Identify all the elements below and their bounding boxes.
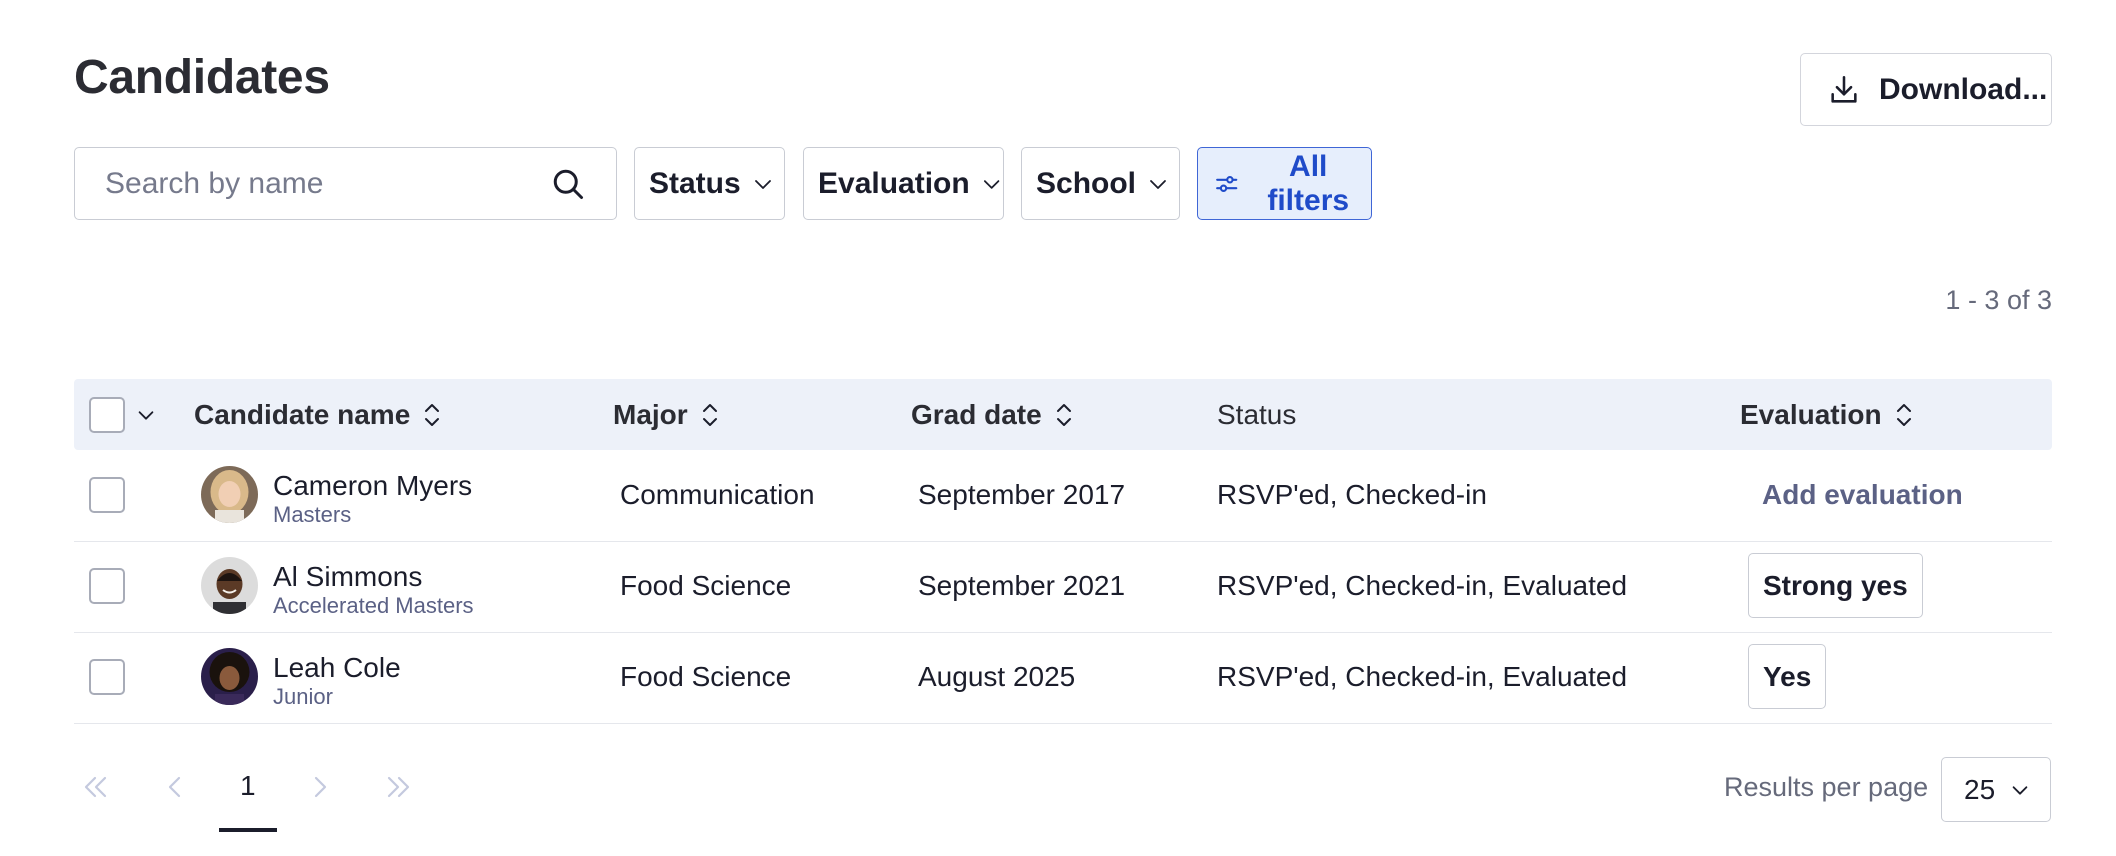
status-cell: RSVP'ed, Checked-in, Evaluated: [1217, 570, 1628, 601]
column-header-grad-date[interactable]: Grad date: [911, 379, 1074, 450]
row-checkbox[interactable]: [89, 568, 125, 604]
status-cell: RSVP'ed, Checked-in: [1217, 479, 1487, 510]
grad-date-cell: August 2025: [918, 661, 1076, 692]
evaluation-badge[interactable]: Yes: [1748, 644, 1827, 709]
candidate-name[interactable]: Cameron Myers: [273, 470, 472, 502]
download-icon: [1831, 75, 1857, 103]
column-header-label: Grad date: [911, 398, 1042, 430]
search-icon[interactable]: [550, 166, 586, 202]
row-checkbox[interactable]: [89, 477, 125, 513]
candidate-name[interactable]: Al Simmons: [273, 561, 422, 593]
chevron-down-icon: [1150, 179, 1166, 189]
page-title: Candidates: [74, 51, 330, 104]
all-filters-button[interactable]: All filters: [1197, 147, 1372, 220]
column-header-label: Major: [613, 398, 688, 430]
sort-icon: [1056, 403, 1071, 426]
chevron-down-icon: [2012, 785, 2028, 795]
column-header-status: Status: [1217, 379, 1296, 450]
results-per-page-label: Results per page: [1724, 772, 1929, 802]
all-filters-label: All filters: [1267, 149, 1350, 217]
sort-icon: [1896, 403, 1911, 426]
sliders-icon: [1216, 175, 1238, 192]
school-filter-button[interactable]: School: [1021, 147, 1180, 220]
last-page-icon[interactable]: [384, 772, 414, 802]
status-filter-button[interactable]: Status: [634, 147, 785, 220]
row-checkbox[interactable]: [89, 659, 125, 695]
grad-date-cell: September 2017: [918, 479, 1126, 510]
candidate-level: Masters: [273, 502, 352, 527]
column-header-label: Candidate name: [194, 398, 411, 430]
evaluation-badge[interactable]: Strong yes: [1748, 553, 1923, 618]
sort-icon: [702, 403, 717, 426]
first-page-icon[interactable]: [80, 772, 110, 802]
column-header-candidate-name[interactable]: Candidate name: [194, 379, 442, 450]
results-per-page-select[interactable]: 25: [1941, 757, 2051, 822]
major-cell: Communication: [620, 479, 815, 510]
result-count: 1 - 3 of 3: [1945, 285, 2052, 315]
column-header-evaluation[interactable]: Evaluation: [1740, 379, 1914, 450]
previous-page-icon[interactable]: [160, 772, 190, 802]
sort-icon: [425, 403, 440, 426]
download-button[interactable]: Download...: [1800, 53, 2052, 126]
page-number-current[interactable]: 1: [240, 770, 256, 802]
candidate-name[interactable]: Leah Cole: [273, 652, 401, 684]
avatar: [201, 466, 258, 523]
major-cell: Food Science: [620, 570, 792, 601]
active-page-indicator: [219, 828, 277, 832]
search-box[interactable]: [74, 147, 617, 220]
major-cell: Food Science: [620, 661, 792, 692]
column-header-label: Status: [1217, 398, 1297, 430]
grad-date-cell: September 2021: [918, 570, 1126, 601]
column-header-label: Evaluation: [1740, 398, 1882, 430]
status-cell: RSVP'ed, Checked-in, Evaluated: [1217, 661, 1628, 692]
column-header-major[interactable]: Major: [613, 379, 720, 450]
results-per-page-value: 25: [1964, 773, 1996, 805]
download-label: Download...: [1879, 72, 2048, 106]
add-evaluation-link[interactable]: Add evaluation: [1762, 479, 1963, 511]
avatar: [201, 648, 258, 705]
evaluation-filter-label: Evaluation: [818, 166, 970, 200]
next-page-icon[interactable]: [305, 772, 335, 802]
evaluation-filter-button[interactable]: Evaluation: [803, 147, 1004, 220]
candidate-level: Accelerated Masters: [273, 593, 474, 618]
school-filter-label: School: [1036, 166, 1137, 200]
candidate-level: Junior: [273, 684, 333, 709]
search-input[interactable]: [105, 166, 535, 201]
avatar: [201, 557, 258, 614]
select-all-checkbox[interactable]: [89, 397, 125, 433]
chevron-down-icon: [983, 179, 1000, 189]
chevron-down-icon[interactable]: [135, 404, 157, 426]
status-filter-label: Status: [649, 166, 741, 200]
chevron-down-icon: [754, 179, 771, 189]
